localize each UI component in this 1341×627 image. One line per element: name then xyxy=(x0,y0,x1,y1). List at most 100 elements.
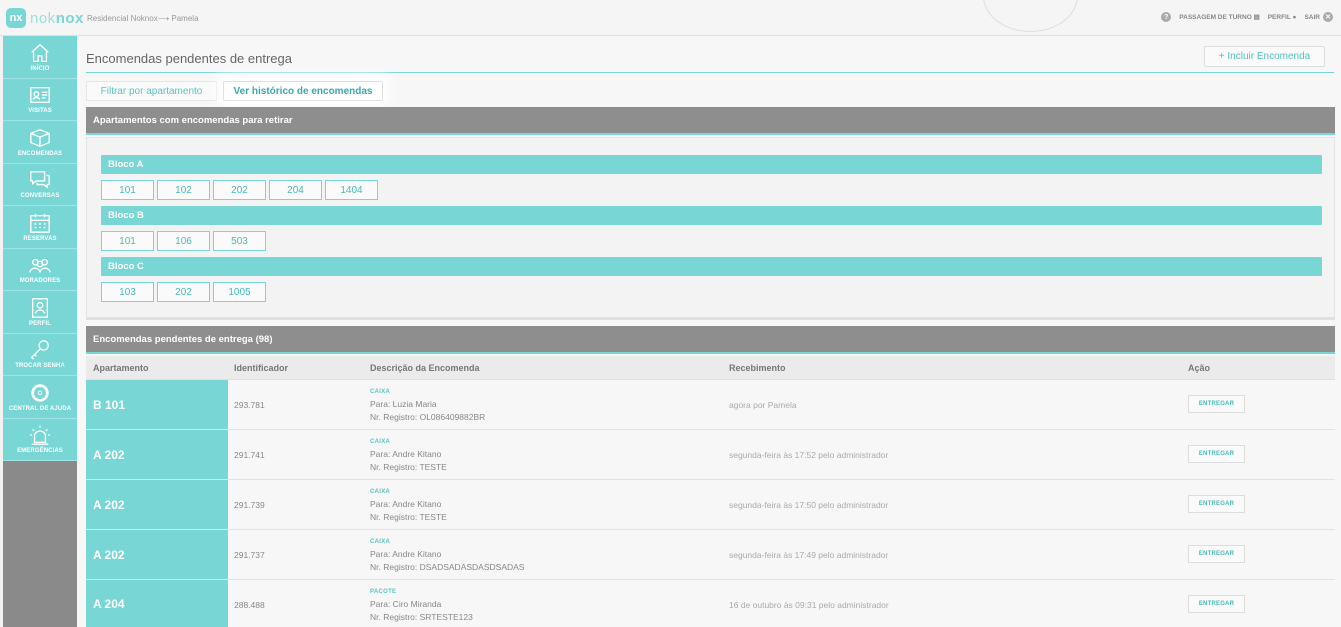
add-package-button[interactable]: + Incluir Encomenda xyxy=(1204,46,1325,67)
row-description: CAIXA Para: Andre Kitano Nr. Registro: D… xyxy=(370,537,524,573)
row-identifier: 293.781 xyxy=(234,400,265,410)
header-actions: ? PASSAGEM DE TURNO ▤ PERFIL ● SAIR ✕ xyxy=(1161,12,1333,22)
sidebar-item-label: TROCAR SENHA xyxy=(15,363,65,370)
table-row: A 202 291.739 CAIXA Para: Andre Kitano N… xyxy=(86,480,1335,530)
profile-icon xyxy=(31,297,49,318)
tab-filter-apartment[interactable]: Filtrar por apartamento xyxy=(86,81,217,101)
sidebar-item-inicio[interactable]: INÍCIO xyxy=(3,36,77,79)
row-recipient: Para: Ciro Miranda xyxy=(370,599,442,609)
shift-link[interactable]: PASSAGEM DE TURNO ▤ xyxy=(1179,13,1259,21)
apartment-button[interactable]: 106 xyxy=(157,231,210,251)
row-apartment: A 202 xyxy=(86,480,228,529)
home-icon xyxy=(31,43,49,62)
block-a-apartments: 101 102 202 204 1404 xyxy=(101,180,378,200)
deliver-button[interactable]: ENTREGAR xyxy=(1188,445,1245,463)
row-description: CAIXA Para: Andre Kitano Nr. Registro: T… xyxy=(370,437,447,473)
profile-link[interactable]: PERFIL ● xyxy=(1268,14,1297,21)
user-icon: ● xyxy=(1292,13,1297,21)
row-registry: Nr. Registro: SRTESTE123 xyxy=(370,611,473,622)
sidebar-item-moradores[interactable]: MORADORES xyxy=(3,249,77,291)
row-type: PACOTE xyxy=(370,589,397,595)
apartment-button[interactable]: 1404 xyxy=(325,180,378,200)
shift-icon: ▤ xyxy=(1253,14,1260,21)
logo-badge: nx xyxy=(6,8,26,28)
help-icon[interactable]: ? xyxy=(1161,12,1172,22)
column-header-identifier: Identificador xyxy=(234,363,289,373)
logo-text: noknox xyxy=(30,9,84,27)
block-c-apartments: 103 202 1005 xyxy=(101,282,266,302)
sidebar-item-label: CENTRAL DE AJUDA xyxy=(8,405,72,412)
sidebar-item-reservas[interactable]: RESERVAS xyxy=(3,206,77,249)
sidebar-item-visitas[interactable]: VISITAS xyxy=(3,79,77,121)
sidebar-item-trocar-senha[interactable]: TROCAR SENHA xyxy=(3,334,77,376)
row-identifier: 291.741 xyxy=(234,450,265,460)
sidebar-item-label: CONVERSAS xyxy=(20,193,60,200)
sidebar-item-conversas[interactable]: CONVERSAS xyxy=(3,164,77,206)
row-type: CAIXA xyxy=(370,539,391,545)
table-row: B 101 293.781 CAIXA Para: Luzia Maria Nr… xyxy=(86,380,1335,430)
row-received: segunda-feira às 17:52 pelo administrado… xyxy=(729,450,889,460)
row-apartment: A 204 xyxy=(86,580,228,627)
row-registry: Nr. Registro: TESTE xyxy=(370,511,447,522)
page-title: Encomendas pendentes de entrega xyxy=(86,51,292,66)
people-icon xyxy=(29,259,51,273)
id-card-icon xyxy=(30,87,50,104)
breadcrumb: Residencial Noknox⟶ Pamela xyxy=(87,14,199,23)
row-recipient: Para: Andre Kitano xyxy=(370,549,442,559)
apartment-button[interactable]: 101 xyxy=(101,180,154,200)
table-header: Apartamento Identificador Descrição da E… xyxy=(86,356,1335,380)
decorative-arc xyxy=(983,0,1078,32)
top-bar: nx noknox Residencial Noknox⟶ Pamela ? P… xyxy=(0,0,1341,36)
row-recipient: Para: Andre Kitano xyxy=(370,499,442,509)
column-header-action: Ação xyxy=(1188,363,1211,373)
sidebar-item-perfil[interactable]: PERFIL xyxy=(3,291,77,334)
row-registry: Nr. Registro: DSADSADASDASDSADAS xyxy=(370,561,525,572)
sidebar-item-label: ENCOMENDAS xyxy=(17,150,63,157)
row-recipient: Para: Andre Kitano xyxy=(370,449,442,459)
deliver-button[interactable]: ENTREGAR xyxy=(1188,545,1245,563)
chat-icon xyxy=(30,171,50,189)
block-c-header: Bloco C xyxy=(101,257,1322,276)
sidebar-item-emergencias[interactable]: EMERGÊNCIAS xyxy=(3,419,77,461)
column-header-description: Descrição da Encomenda xyxy=(370,363,480,373)
table-row: A 202 291.741 CAIXA Para: Andre Kitano N… xyxy=(86,430,1335,480)
apartment-button[interactable]: 202 xyxy=(157,282,210,302)
sidebar-item-label: PERFIL xyxy=(29,320,51,327)
row-received: 16 de outubro às 09:31 pelo administrado… xyxy=(729,600,889,610)
column-header-received: Recebimento xyxy=(729,363,786,373)
row-registry: Nr. Registro: TESTE xyxy=(370,461,447,472)
row-registry: Nr. Registro: OL086409882BR xyxy=(370,411,486,422)
deliver-button[interactable]: ENTREGAR xyxy=(1188,595,1245,613)
title-divider xyxy=(86,72,1334,73)
deliver-button[interactable]: ENTREGAR xyxy=(1188,495,1245,513)
package-icon xyxy=(30,128,50,147)
deliver-button[interactable]: ENTREGAR xyxy=(1188,395,1245,413)
sidebar-item-label: INÍCIO xyxy=(30,65,50,72)
sidebar-item-encomendas[interactable]: ENCOMENDAS xyxy=(3,121,77,164)
apartment-button[interactable]: 101 xyxy=(101,231,154,251)
sidebar-item-label: EMERGÊNCIAS xyxy=(17,448,63,455)
row-type: CAIXA xyxy=(370,389,391,395)
apartment-button[interactable]: 503 xyxy=(213,231,266,251)
block-b-apartments: 101 106 503 xyxy=(101,231,266,251)
exit-link[interactable]: SAIR ✕ xyxy=(1304,12,1333,22)
row-apartment: A 202 xyxy=(86,430,228,479)
main-content: Encomendas pendentes de entrega + Inclui… xyxy=(77,36,1341,627)
apartment-button[interactable]: 202 xyxy=(213,180,266,200)
key-icon xyxy=(30,340,49,360)
block-a-header: Bloco A xyxy=(101,155,1322,174)
row-description: PACOTE Para: Ciro Miranda Nr. Registro: … xyxy=(370,587,473,623)
row-type: CAIXA xyxy=(370,489,391,495)
lifebuoy-icon xyxy=(31,384,49,402)
sidebar-item-central-ajuda[interactable]: CENTRAL DE AJUDA xyxy=(3,376,77,419)
logo[interactable]: nx noknox xyxy=(6,8,84,28)
apartment-button[interactable]: 103 xyxy=(101,282,154,302)
apartment-button[interactable]: 102 xyxy=(157,180,210,200)
tab-history[interactable]: Ver histórico de encomendas xyxy=(223,81,383,101)
row-received: agora por Pamela xyxy=(729,400,797,410)
apartment-button[interactable]: 1005 xyxy=(213,282,266,302)
sidebar: INÍCIO VISITAS ENCOMENDAS CONVERSAS RESE… xyxy=(3,36,77,627)
apartment-button[interactable]: 204 xyxy=(269,180,322,200)
row-identifier: 291.737 xyxy=(234,550,265,560)
sidebar-item-label: RESERVAS xyxy=(23,235,57,242)
